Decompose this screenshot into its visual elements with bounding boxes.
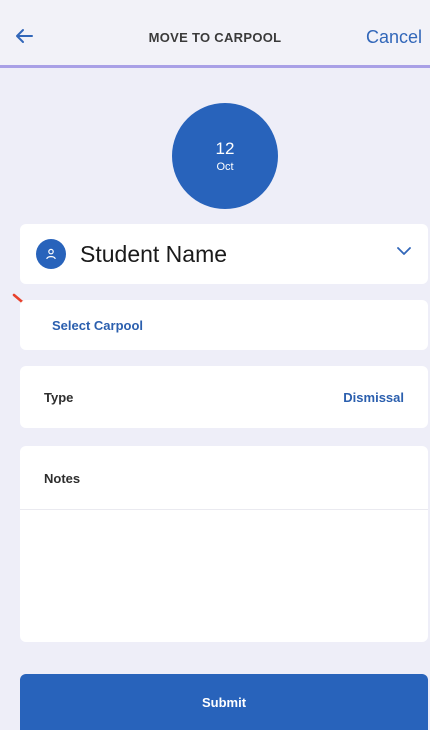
select-carpool-label: Select Carpool: [52, 317, 144, 333]
select-carpool-field[interactable]: Select Carpool: [20, 300, 428, 350]
student-name: Student Name: [80, 240, 228, 267]
type-label: Type: [44, 389, 74, 405]
student-select[interactable]: Student Name: [20, 224, 428, 284]
notes-divider: [20, 509, 428, 510]
date-badge: 12 Oct: [172, 103, 278, 209]
chevron-down-icon: [397, 247, 411, 255]
type-field[interactable]: Type Dismissal: [20, 366, 428, 428]
notes-input[interactable]: [44, 518, 412, 632]
cancel-button[interactable]: Cancel: [366, 27, 422, 48]
app-header: MOVE TO CARPOOL Cancel: [0, 0, 430, 68]
type-value: Dismissal: [343, 389, 404, 405]
submit-button[interactable]: Submit: [20, 674, 428, 730]
notes-field: Notes: [20, 446, 428, 642]
person-icon: [46, 248, 56, 260]
notes-label: Notes: [44, 471, 81, 486]
date-day: 12: [215, 138, 235, 158]
date-month: Oct: [216, 160, 234, 173]
student-avatar: [36, 239, 66, 269]
